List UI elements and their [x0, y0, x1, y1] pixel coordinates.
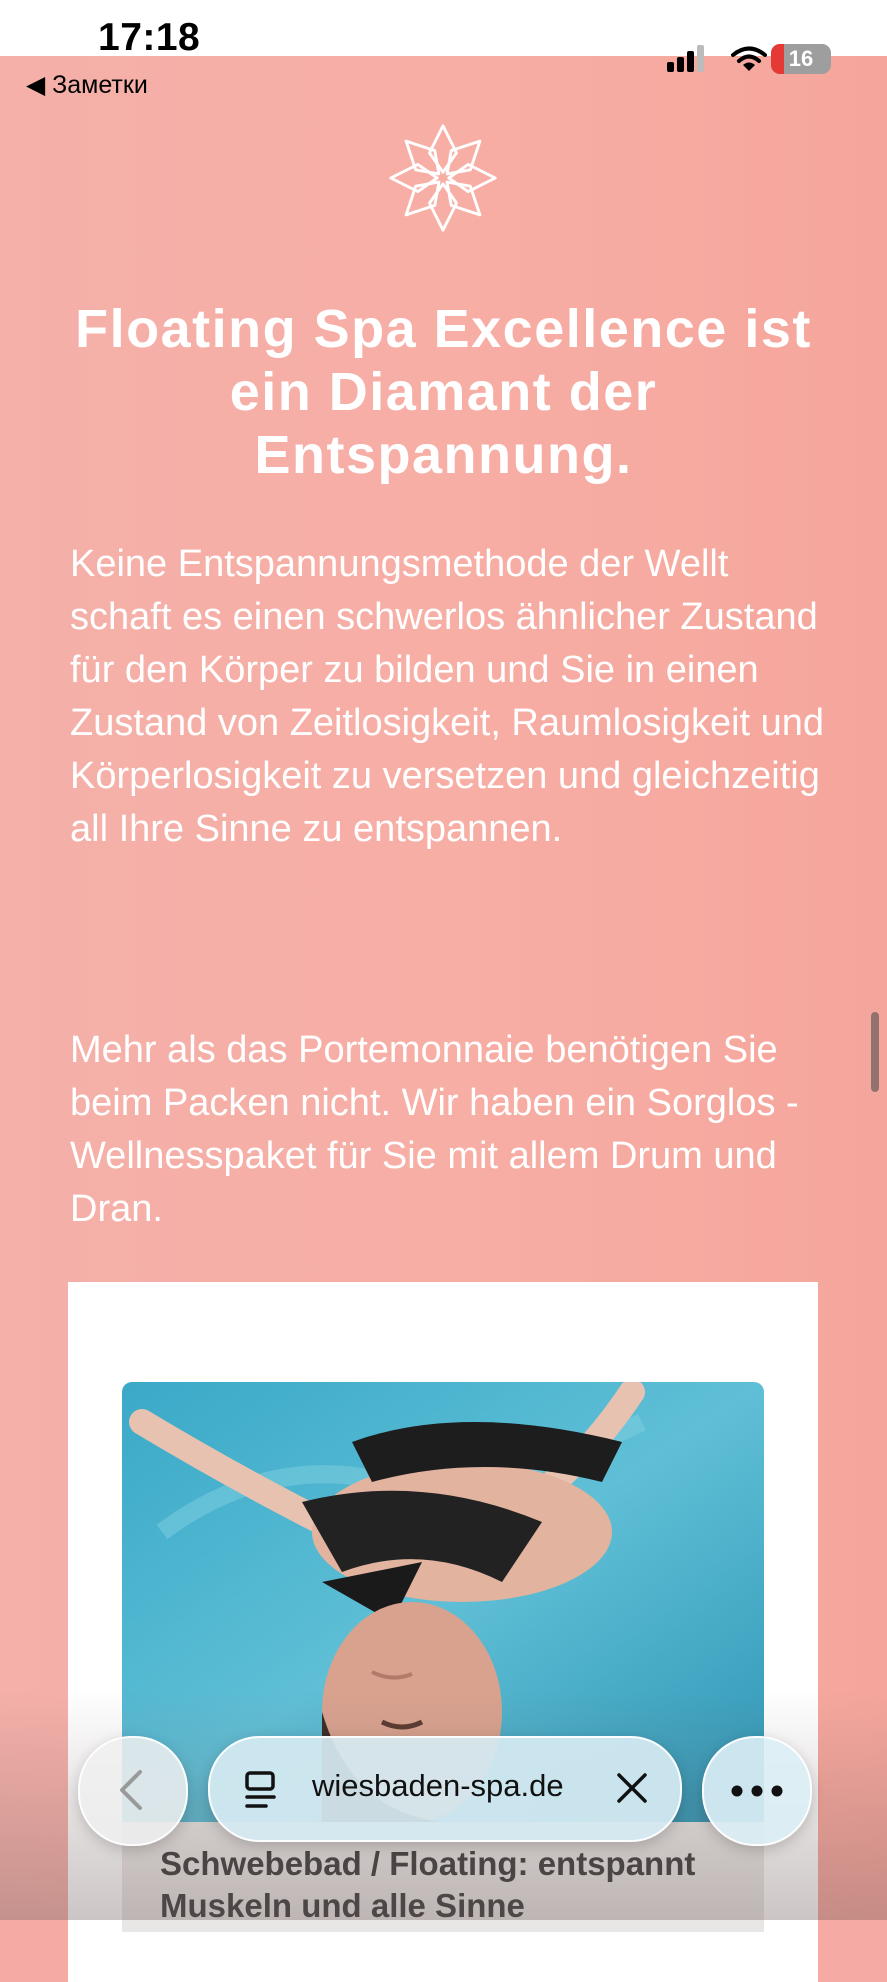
chevron-left-icon [120, 1770, 142, 1810]
status-time: 17:18 [98, 16, 201, 59]
browser-back-button[interactable] [78, 1736, 188, 1846]
address-bar[interactable]: wiesbaden-spa.de [208, 1736, 682, 1842]
page-headline: Floating Spa Excellence ist ein Diamant … [75, 299, 812, 485]
back-to-app-link[interactable]: ◀ Заметки [26, 70, 148, 100]
battery-icon: 16 [771, 44, 831, 74]
cellular-signal-icon [667, 44, 709, 72]
wifi-icon [731, 46, 767, 71]
battery-level: 16 [788, 46, 814, 71]
lotus-logo-icon [389, 124, 497, 232]
ellipsis-icon [731, 1785, 783, 1797]
close-icon[interactable] [614, 1770, 650, 1806]
card-caption[interactable]: Schwebebad / Floating: entspannt Muskeln… [160, 1843, 760, 1927]
package-paragraph: Mehr als das Portemonnaie benötigen Sie … [70, 1029, 799, 1230]
url-text[interactable]: wiesbaden-spa.de [312, 1768, 564, 1804]
page-menu-icon[interactable] [244, 1770, 280, 1810]
scroll-indicator[interactable] [871, 1012, 879, 1092]
more-options-button[interactable] [702, 1736, 812, 1846]
intro-paragraph: Keine Entspannungsmethode der Wellt scha… [70, 543, 825, 850]
